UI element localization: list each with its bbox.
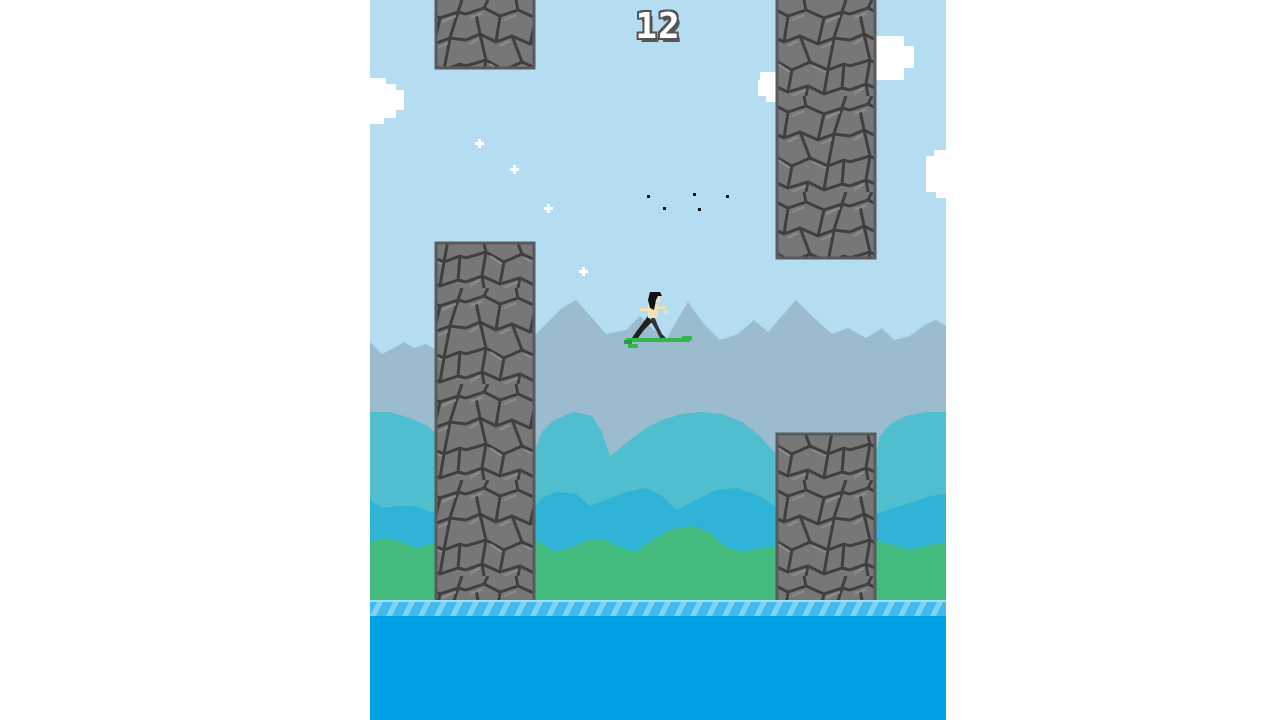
cloud-right-edge bbox=[926, 150, 946, 198]
water-surface bbox=[370, 600, 946, 616]
hoverboard bbox=[626, 338, 690, 342]
score-counter: 12 bbox=[635, 6, 681, 47]
game-canvas[interactable]: 12 bbox=[370, 0, 946, 720]
water bbox=[370, 616, 946, 720]
game-scene bbox=[370, 0, 946, 720]
pillar-bottom-right bbox=[775, 432, 877, 606]
pillar-bottom-left bbox=[434, 241, 536, 607]
